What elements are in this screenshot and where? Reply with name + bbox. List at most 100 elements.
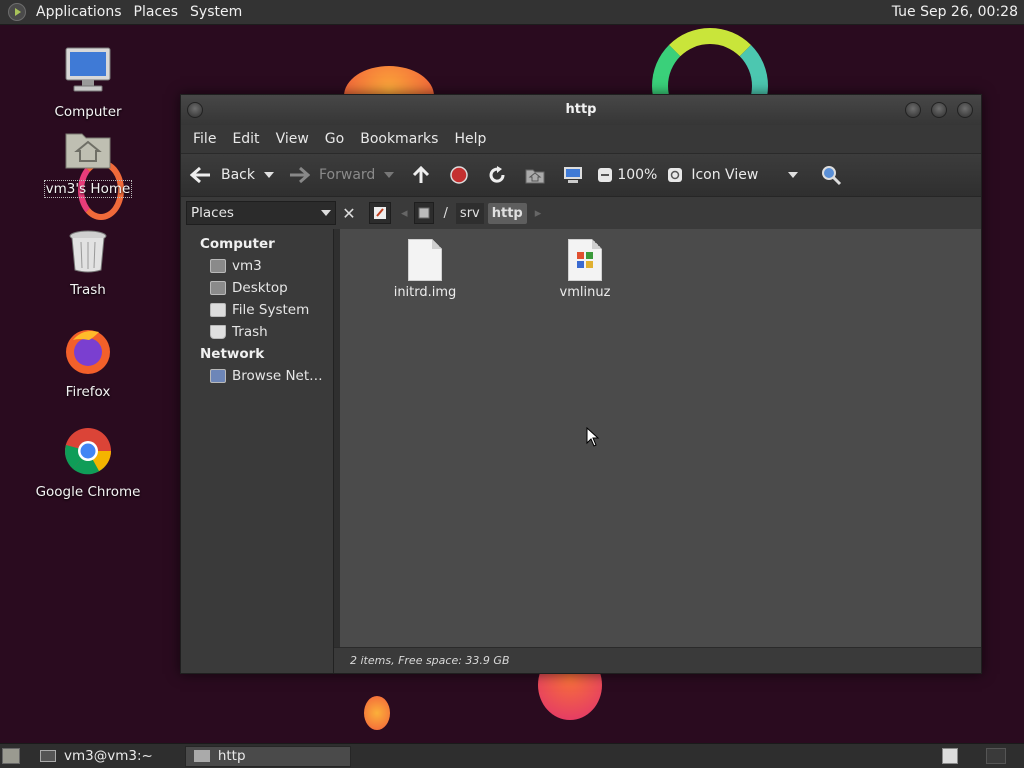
file-manager-window: http File Edit View Go Bookmarks Help Ba… — [180, 94, 982, 674]
forward-history-dropdown[interactable] — [381, 163, 397, 187]
reload-icon[interactable] — [485, 163, 509, 187]
back-history-dropdown[interactable] — [261, 163, 277, 187]
sidebar-item-vm3[interactable]: vm3 — [184, 255, 333, 277]
window-titlebar[interactable]: http — [181, 95, 981, 125]
view-mode-select[interactable]: Icon View — [691, 163, 801, 187]
menu-applications[interactable]: Applications — [30, 4, 128, 20]
menu-places[interactable]: Places — [128, 4, 185, 20]
network-icon — [210, 369, 226, 383]
terminal-icon — [40, 750, 56, 762]
applications-menu-icon[interactable] — [8, 3, 26, 21]
menu-view[interactable]: View — [268, 131, 317, 147]
show-desktop-icon[interactable] — [2, 748, 20, 764]
file-view[interactable]: initrd.img vmlinuz — [340, 229, 981, 673]
up-arrow-icon[interactable] — [409, 163, 433, 187]
mouse-cursor-icon — [586, 427, 600, 447]
desktop-icon-chrome[interactable]: Google Chrome — [33, 426, 143, 500]
file-item[interactable]: vmlinuz — [540, 239, 630, 300]
window-title: http — [565, 102, 597, 117]
sidebar-item-filesystem[interactable]: File System — [184, 299, 333, 321]
menu-edit[interactable]: Edit — [224, 131, 267, 147]
location-bar: Places ✕ ◂ / srv http ▸ — [181, 197, 981, 229]
zoom-in-icon[interactable] — [663, 163, 687, 187]
breadcrumb: ◂ / srv http ▸ — [369, 197, 547, 229]
stop-icon[interactable] — [447, 163, 471, 187]
bottom-panel: vm3@vm3:~ http — [0, 743, 1024, 768]
desktop-icon-label: Firefox — [65, 384, 111, 400]
home-icon[interactable] — [523, 163, 547, 187]
drive-icon — [210, 303, 226, 317]
sidebar-selector-label: Places — [191, 205, 234, 221]
menu-file[interactable]: File — [185, 131, 224, 147]
sidebar-item-trash[interactable]: Trash — [184, 321, 333, 343]
file-item[interactable]: initrd.img — [380, 239, 470, 300]
file-name: vmlinuz — [559, 285, 611, 300]
menu-help[interactable]: Help — [446, 131, 494, 147]
breadcrumb-http[interactable]: http — [487, 202, 527, 224]
workspace-1[interactable] — [942, 748, 958, 764]
folder-icon — [193, 750, 210, 762]
desktop-folder-icon — [210, 281, 226, 295]
menubar: File Edit View Go Bookmarks Help — [181, 125, 981, 153]
forward-arrow-icon — [287, 163, 311, 187]
workspace-2[interactable] — [986, 748, 1006, 764]
breadcrumb-srv[interactable]: srv — [455, 202, 484, 224]
trash-icon — [69, 230, 107, 273]
desktop-icon-label: vm3's Home — [43, 180, 133, 198]
forward-label: Forward — [319, 167, 376, 183]
sidebar-item-label: vm3 — [232, 258, 262, 274]
close-button[interactable] — [957, 102, 973, 118]
taskbar-item-label: http — [217, 748, 246, 764]
clock[interactable]: Tue Sep 26, 00:28 — [892, 4, 1018, 20]
close-sidebar-icon[interactable]: ✕ — [339, 202, 359, 224]
desktop-icon-trash[interactable]: Trash — [33, 228, 143, 298]
breadcrumb-right-icon[interactable]: ▸ — [535, 206, 542, 221]
sidebar-item-label: Browse Net… — [232, 368, 323, 384]
chevron-down-icon — [785, 163, 801, 187]
sidebar-selector[interactable]: Places — [186, 201, 336, 225]
home-folder-icon — [65, 133, 111, 169]
desktop-icon-label: Computer — [54, 104, 122, 120]
desktop-icon-computer[interactable]: Computer — [33, 44, 143, 120]
sidebar-item-browse-network[interactable]: Browse Net… — [184, 365, 333, 387]
taskbar-item-label: vm3@vm3:~ — [64, 748, 153, 764]
binary-file-icon — [568, 239, 602, 281]
places-sidebar: Computer vm3 Desktop File System Trash N… — [184, 229, 334, 673]
search-icon[interactable] — [819, 163, 843, 187]
desktop-icon-firefox[interactable]: Firefox — [33, 326, 143, 400]
chevron-down-icon — [321, 210, 331, 216]
sidebar-heading-computer: Computer — [200, 236, 275, 252]
forward-button[interactable]: Forward — [287, 163, 375, 187]
toolbar: Back Forward 100% Icon View — [181, 153, 981, 197]
computer-icon — [65, 47, 111, 92]
edit-location-icon[interactable] — [369, 202, 391, 224]
status-bar: 2 items, Free space: 33.9 GB — [334, 647, 981, 673]
sidebar-item-label: Trash — [232, 324, 268, 340]
wallpaper-small-blob — [364, 696, 390, 730]
taskbar-item-http[interactable]: http — [184, 745, 351, 767]
computer-icon[interactable] — [561, 163, 585, 187]
chrome-icon — [65, 428, 111, 475]
window-menu-button[interactable] — [187, 102, 203, 118]
maximize-button[interactable] — [931, 102, 947, 118]
back-label: Back — [221, 167, 255, 183]
zoom-level[interactable]: 100% — [617, 167, 657, 183]
taskbar-item-terminal[interactable]: vm3@vm3:~ — [32, 746, 161, 767]
breadcrumb-left-icon[interactable]: ◂ — [401, 206, 408, 221]
desktop-icon-home[interactable]: vm3's Home — [33, 128, 143, 198]
menu-system[interactable]: System — [184, 4, 248, 20]
sidebar-item-label: Desktop — [232, 280, 288, 296]
back-arrow-icon — [189, 163, 213, 187]
file-name: initrd.img — [393, 285, 457, 300]
breadcrumb-root[interactable]: / — [440, 203, 452, 224]
back-button[interactable]: Back — [189, 163, 255, 187]
filesystem-root-icon[interactable] — [413, 202, 434, 224]
sidebar-item-desktop[interactable]: Desktop — [184, 277, 333, 299]
zoom-out-icon[interactable] — [593, 163, 617, 187]
menu-go[interactable]: Go — [317, 131, 352, 147]
minimize-button[interactable] — [905, 102, 921, 118]
menu-bookmarks[interactable]: Bookmarks — [352, 131, 446, 147]
desktop-icon-label: Trash — [70, 282, 106, 298]
view-mode-label: Icon View — [691, 167, 759, 183]
desktop-icon-label: Google Chrome — [35, 484, 141, 500]
